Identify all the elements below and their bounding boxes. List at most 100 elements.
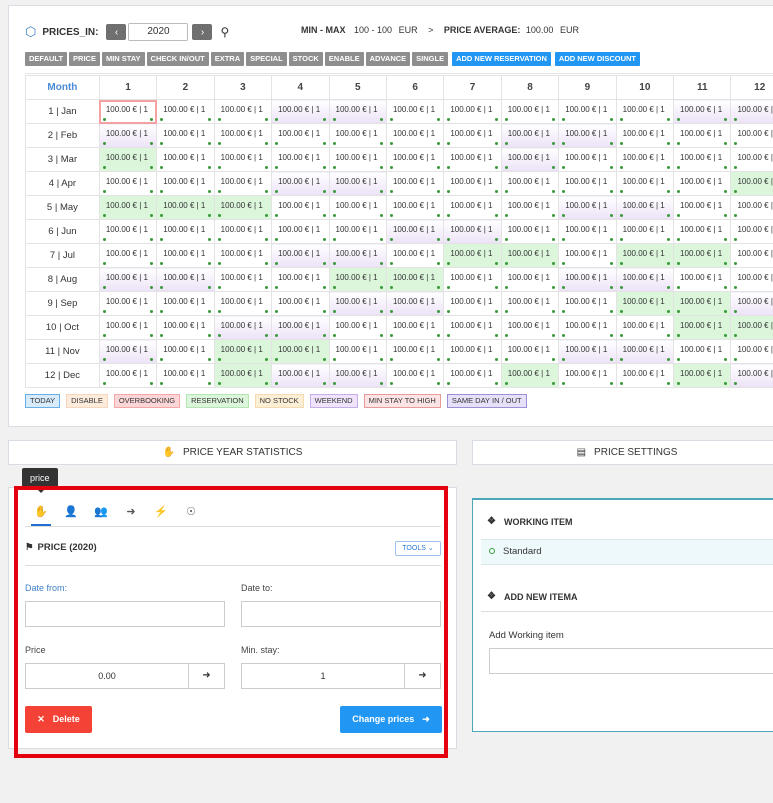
price-cell[interactable]: 100.00 € | 1 [271,219,330,244]
price-cell[interactable]: 100.00 € | 1 [673,99,732,124]
toolbar-button-add-new-discount[interactable]: ADD NEW DISCOUNT [554,52,641,66]
price-cell[interactable]: 100.00 € | 1 [730,291,773,316]
price-cell[interactable]: 100.00 € | 1 [328,171,387,196]
user-tab-icon[interactable]: 👤 [61,499,81,526]
price-cell[interactable]: 100.00 € | 1 [98,171,158,196]
price-cell[interactable]: 100.00 € | 1 [271,267,330,292]
price-cell[interactable]: 100.00 € | 1 [328,195,387,220]
min-stay-apply-button[interactable]: ➜ [404,663,441,689]
price-cell[interactable]: 100.00 € | 1 [328,147,387,172]
price-cell[interactable]: 100.00 € | 1 [730,243,773,268]
price-cell[interactable]: 100.00 € | 1 [156,171,215,196]
price-cell[interactable]: 100.00 € | 1 [98,99,158,124]
price-cell[interactable]: 100.00 € | 1 [443,123,502,148]
price-cell[interactable]: 100.00 € | 1 [98,315,158,340]
price-cell[interactable]: 100.00 € | 1 [730,123,773,148]
price-cell[interactable]: 100.00 € | 1 [615,243,675,268]
price-cell[interactable]: 100.00 € | 1 [213,99,273,124]
price-cell[interactable]: 100.00 € | 1 [615,171,675,196]
price-cell[interactable]: 100.00 € | 1 [328,315,387,340]
price-cell[interactable]: 100.00 € | 1 [98,363,158,388]
price-cell[interactable]: 100.00 € | 1 [673,243,732,268]
price-cell[interactable]: 100.00 € | 1 [500,195,560,220]
price-cell[interactable]: 100.00 € | 1 [385,291,445,316]
toolbar-button-price[interactable]: PRICE [69,52,100,66]
price-cell[interactable]: 100.00 € | 1 [385,147,445,172]
toolbar-button-single[interactable]: SINGLE [412,52,449,66]
price-cell[interactable]: 100.00 € | 1 [673,363,732,388]
price-cell[interactable]: 100.00 € | 1 [730,339,773,364]
price-cell[interactable]: 100.00 € | 1 [156,147,215,172]
price-cell[interactable]: 100.00 € | 1 [558,171,617,196]
search-icon[interactable]: ⚲ [220,25,229,39]
price-cell[interactable]: 100.00 € | 1 [385,195,445,220]
price-cell[interactable]: 100.00 € | 1 [615,219,675,244]
price-cell[interactable]: 100.00 € | 1 [271,99,330,124]
price-cell[interactable]: 100.00 € | 1 [500,171,560,196]
toolbar-button-default[interactable]: DEFAULT [25,52,68,66]
price-apply-button[interactable]: ➜ [188,663,225,689]
next-year-button[interactable]: › [192,24,213,40]
toolbar-button-stock[interactable]: STOCK [288,52,323,66]
price-cell[interactable]: 100.00 € | 1 [98,291,158,316]
price-cell[interactable]: 100.00 € | 1 [730,315,773,340]
price-cell[interactable]: 100.00 € | 1 [385,99,445,124]
price-cell[interactable]: 100.00 € | 1 [271,243,330,268]
price-cell[interactable]: 100.00 € | 1 [558,147,617,172]
price-cell[interactable]: 100.00 € | 1 [271,123,330,148]
price-cell[interactable]: 100.00 € | 1 [615,363,675,388]
price-cell[interactable]: 100.00 € | 1 [213,195,273,220]
price-cell[interactable]: 100.00 € | 1 [673,171,732,196]
toolbar-button-check-in-out[interactable]: CHECK IN/OUT [146,52,209,66]
price-cell[interactable]: 100.00 € | 1 [500,147,560,172]
date-from-input[interactable] [25,601,225,627]
price-cell[interactable]: 100.00 € | 1 [443,171,502,196]
price-cell[interactable]: 100.00 € | 1 [730,195,773,220]
price-cell[interactable]: 100.00 € | 1 [156,339,215,364]
price-cell[interactable]: 100.00 € | 1 [500,291,560,316]
price-cell[interactable]: 100.00 € | 1 [156,243,215,268]
tools-dropdown[interactable]: TOOLS ⌄ [395,541,441,556]
price-cell[interactable]: 100.00 € | 1 [156,99,215,124]
price-year-statistics-tab[interactable]: ✋ PRICE YEAR STATISTICS [8,440,457,465]
price-cell[interactable]: 100.00 € | 1 [213,291,273,316]
price-cell[interactable]: 100.00 € | 1 [213,315,273,340]
price-tab-icon[interactable]: ✋ [31,499,51,526]
price-cell[interactable]: 100.00 € | 1 [500,315,560,340]
price-cell[interactable]: 100.00 € | 1 [673,339,732,364]
date-to-input[interactable] [241,601,441,627]
price-cell[interactable]: 100.00 € | 1 [328,219,387,244]
price-cell[interactable]: 100.00 € | 1 [443,339,502,364]
price-cell[interactable]: 100.00 € | 1 [271,363,330,388]
price-cell[interactable]: 100.00 € | 1 [673,219,732,244]
price-cell[interactable]: 100.00 € | 1 [443,99,502,124]
price-cell[interactable]: 100.00 € | 1 [730,267,773,292]
price-cell[interactable]: 100.00 € | 1 [98,123,158,148]
price-cell[interactable]: 100.00 € | 1 [500,363,560,388]
toolbar-button-advance[interactable]: ADVANCE [365,52,411,66]
price-cell[interactable]: 100.00 € | 1 [213,363,273,388]
price-cell[interactable]: 100.00 € | 1 [385,123,445,148]
price-cell[interactable]: 100.00 € | 1 [98,243,158,268]
price-cell[interactable]: 100.00 € | 1 [328,123,387,148]
price-cell[interactable]: 100.00 € | 1 [98,195,158,220]
price-cell[interactable]: 100.00 € | 1 [730,363,773,388]
walk-tab-icon[interactable]: ☉ [181,499,201,526]
price-cell[interactable]: 100.00 € | 1 [213,123,273,148]
price-cell[interactable]: 100.00 € | 1 [558,363,617,388]
price-cell[interactable]: 100.00 € | 1 [328,243,387,268]
price-cell[interactable]: 100.00 € | 1 [500,339,560,364]
price-input[interactable]: 0.00 [25,663,189,689]
price-cell[interactable]: 100.00 € | 1 [730,99,773,124]
price-cell[interactable]: 100.00 € | 1 [558,267,617,292]
user-add-tab-icon[interactable]: 👥 [91,499,111,526]
price-cell[interactable]: 100.00 € | 1 [328,291,387,316]
price-cell[interactable]: 100.00 € | 1 [98,219,158,244]
price-cell[interactable]: 100.00 € | 1 [385,171,445,196]
price-cell[interactable]: 100.00 € | 1 [385,219,445,244]
price-cell[interactable]: 100.00 € | 1 [213,267,273,292]
price-cell[interactable]: 100.00 € | 1 [443,315,502,340]
price-cell[interactable]: 100.00 € | 1 [328,339,387,364]
price-cell[interactable]: 100.00 € | 1 [558,195,617,220]
year-input[interactable]: 2020 [128,23,189,41]
